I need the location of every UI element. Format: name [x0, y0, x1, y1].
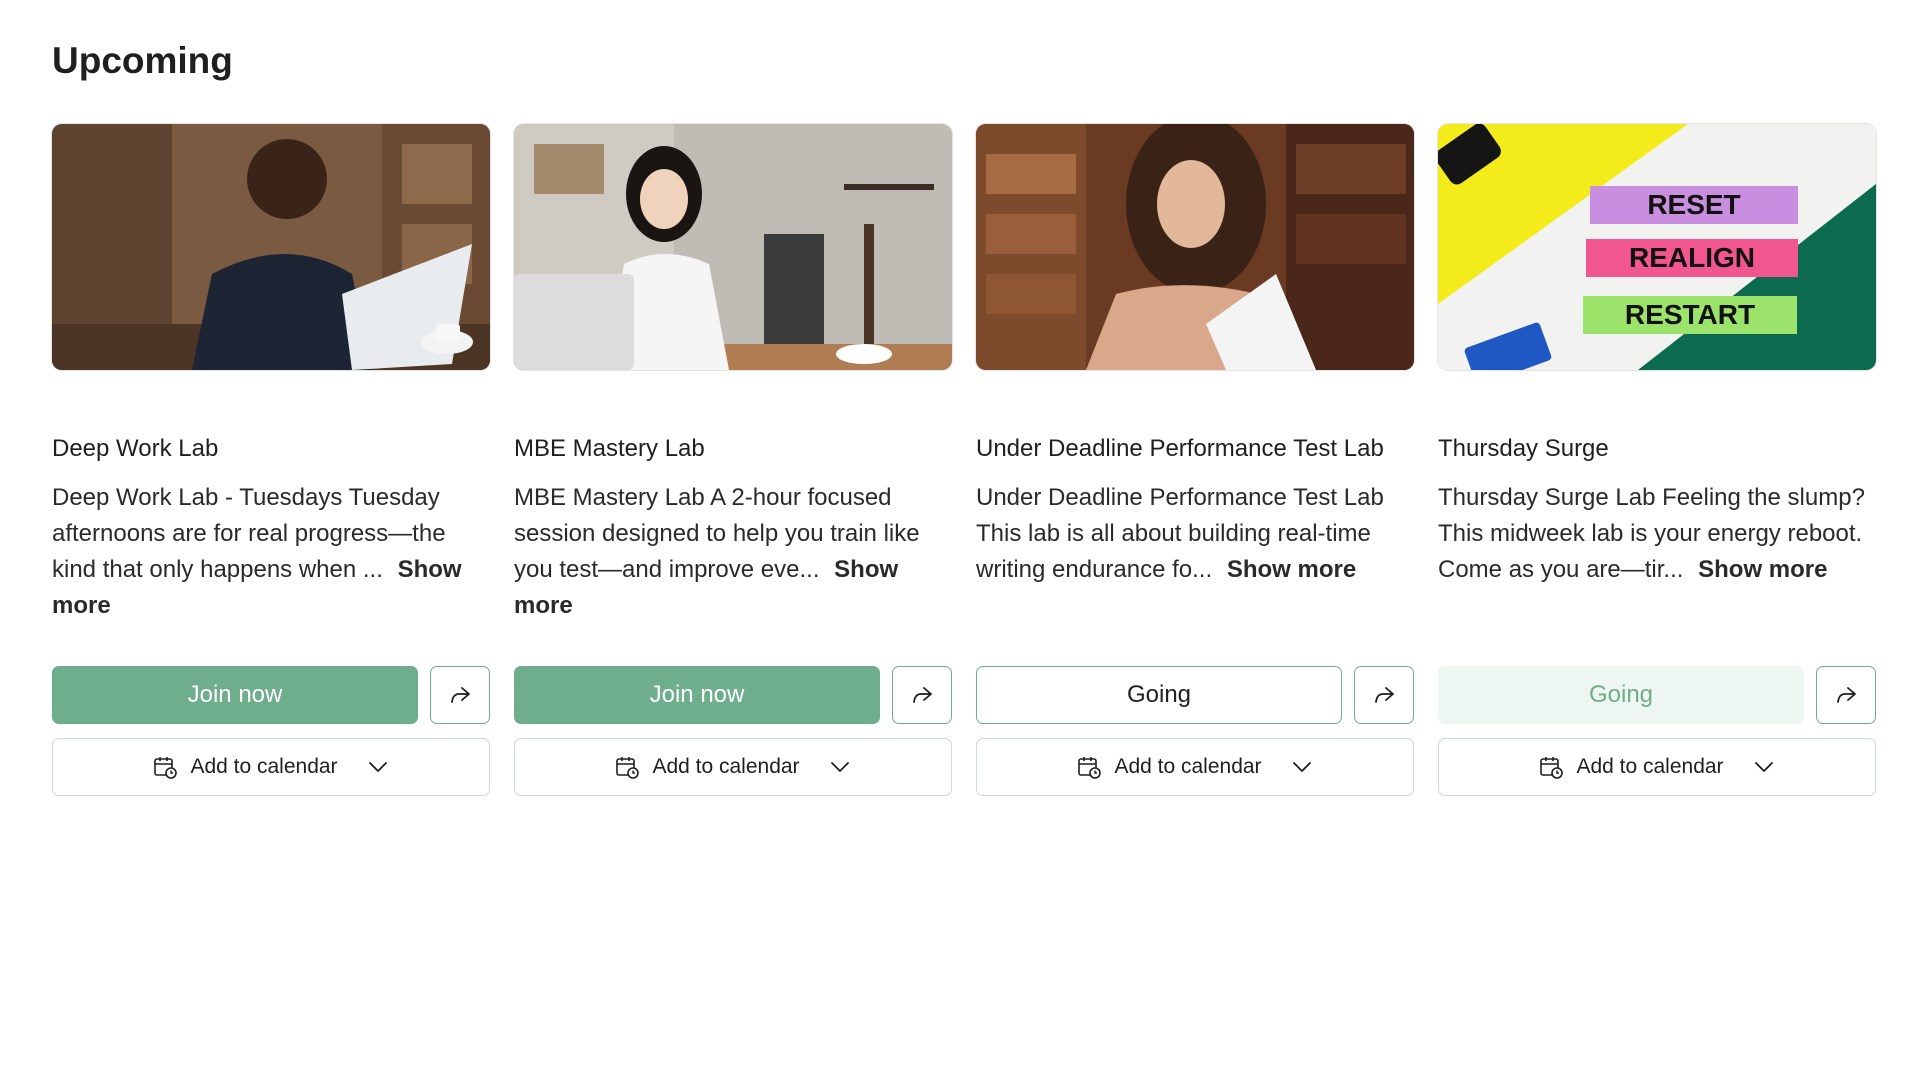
going-button[interactable]: Going: [976, 666, 1342, 724]
chevron-down-icon: [1292, 762, 1311, 772]
share-button[interactable]: [1816, 666, 1876, 724]
share-icon: [1375, 687, 1394, 703]
share-button[interactable]: [892, 666, 952, 724]
event-description: Under Deadline Performance Test Lab This…: [976, 480, 1414, 624]
upcoming-page: Upcoming Deep Work Lab Deep Work Lab - T…: [0, 0, 1920, 1080]
event-description: Thursday Surge Lab Feeling the slump? Th…: [1438, 480, 1876, 624]
calendar-icon: [616, 757, 640, 779]
add-to-calendar-label: Add to calendar: [652, 755, 800, 778]
event-image[interactable]: [514, 124, 952, 370]
add-to-calendar-button[interactable]: Add to calendar: [52, 738, 490, 796]
chevron-down-icon: [830, 762, 849, 772]
event-actions: Going: [976, 666, 1414, 724]
event-card: RESET REALIGN RESTART Thursday Surge Thu…: [1438, 124, 1876, 796]
chevron-down-icon: [1754, 762, 1773, 772]
add-to-calendar-label: Add to calendar: [1576, 755, 1724, 778]
add-to-calendar-button[interactable]: Add to calendar: [1438, 738, 1876, 796]
event-image[interactable]: [976, 124, 1414, 370]
event-description: Deep Work Lab - Tuesdays Tuesday afterno…: [52, 480, 490, 624]
event-cards: Deep Work Lab Deep Work Lab - Tuesdays T…: [52, 124, 1876, 796]
event-card: MBE Mastery Lab MBE Mastery Lab A 2-hour…: [514, 124, 952, 796]
add-to-calendar-label: Add to calendar: [190, 755, 338, 778]
event-actions: Going: [1438, 666, 1876, 724]
show-more-link[interactable]: Show more: [1227, 556, 1356, 583]
share-icon: [913, 687, 932, 703]
calendar-icon: [154, 757, 178, 779]
share-button[interactable]: [430, 666, 490, 724]
join-now-button[interactable]: Join now: [52, 666, 418, 724]
event-title: Under Deadline Performance Test Lab: [976, 435, 1384, 462]
share-button[interactable]: [1354, 666, 1414, 724]
add-to-calendar-label: Add to calendar: [1114, 755, 1262, 778]
going-button[interactable]: Going: [1438, 666, 1804, 724]
event-card: Under Deadline Performance Test Lab Unde…: [976, 124, 1414, 796]
event-image[interactable]: RESET REALIGN RESTART: [1438, 124, 1876, 370]
calendar-icon: [1540, 757, 1564, 779]
section-title: Upcoming: [52, 40, 233, 81]
join-now-button[interactable]: Join now: [514, 666, 880, 724]
photo-woman-thinking-icon: [514, 124, 952, 370]
event-title: Deep Work Lab: [52, 435, 219, 462]
sticky-note-text: REALIGN: [1629, 242, 1755, 273]
add-to-calendar-button[interactable]: Add to calendar: [976, 738, 1414, 796]
event-actions: Join now: [52, 666, 490, 724]
sticky-note-text: RESTART: [1625, 299, 1755, 330]
event-title: Thursday Surge: [1438, 435, 1609, 462]
sticky-note-text: RESET: [1647, 189, 1740, 220]
calendar-icon: [1078, 757, 1102, 779]
add-to-calendar-button[interactable]: Add to calendar: [514, 738, 952, 796]
event-image[interactable]: [52, 124, 490, 370]
share-icon: [451, 687, 470, 703]
show-more-link[interactable]: Show more: [1698, 556, 1827, 583]
photo-man-laptop-icon: [52, 124, 490, 370]
event-description: MBE Mastery Lab A 2-hour focused session…: [514, 480, 952, 624]
event-description-text: Deep Work Lab - Tuesdays Tuesday afterno…: [52, 484, 446, 583]
photo-sticky-notes-icon: RESET REALIGN RESTART: [1438, 124, 1876, 370]
event-card: Deep Work Lab Deep Work Lab - Tuesdays T…: [52, 124, 490, 796]
photo-woman-reading-icon: [976, 124, 1414, 370]
chevron-down-icon: [368, 762, 387, 772]
event-actions: Join now: [514, 666, 952, 724]
share-icon: [1837, 687, 1856, 703]
event-title: MBE Mastery Lab: [514, 435, 705, 462]
